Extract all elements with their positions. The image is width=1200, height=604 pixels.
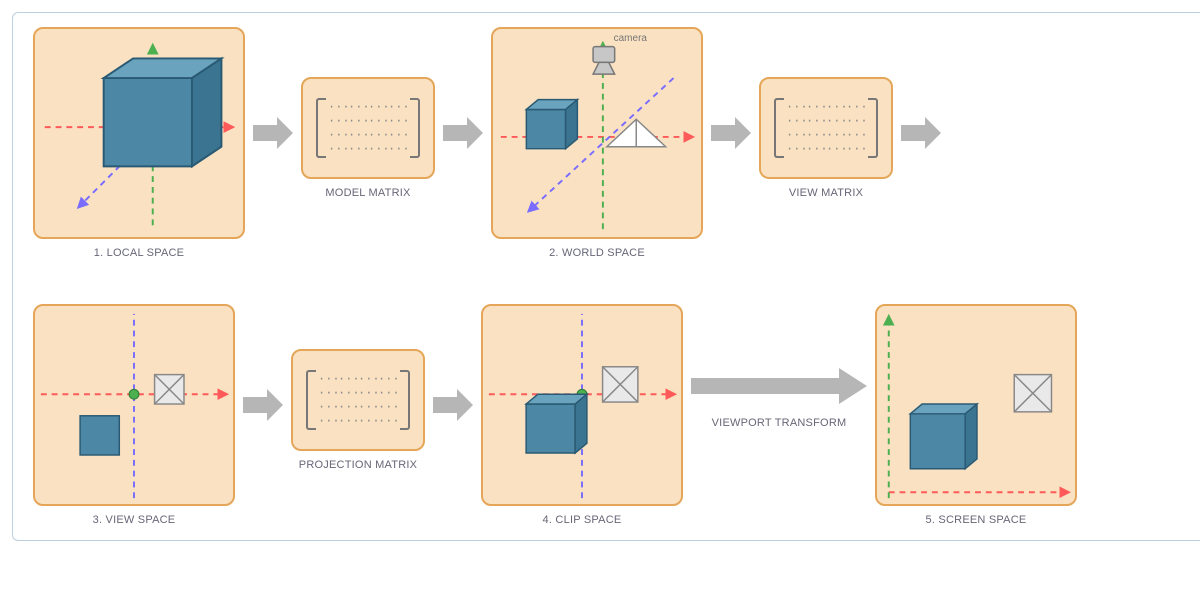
matrix-icon: ············ ············ ············ ·…: [291, 349, 425, 451]
stage-card-local: [33, 27, 245, 239]
transform-label: VIEWPORT TRANSFORM: [712, 417, 847, 429]
stage-label: 5. SCREEN SPACE: [926, 514, 1027, 526]
stage-label: 1. LOCAL SPACE: [94, 247, 185, 259]
pyramid-top-icon: [1014, 375, 1051, 412]
arrow-icon: [899, 27, 943, 239]
stage-label: 4. CLIP SPACE: [543, 514, 622, 526]
pyramid-top-icon: [155, 375, 184, 404]
pyramid-icon: [607, 119, 666, 146]
arrow-long-icon: [689, 363, 869, 409]
transform-label: MODEL MATRIX: [325, 187, 410, 199]
stage-local-space: 1. LOCAL SPACE: [33, 27, 245, 259]
pipeline-row-2: 3. VIEW SPACE ············ ············ …: [33, 299, 1191, 526]
matrix-icon: ············ ············ ············ ·…: [759, 77, 893, 179]
local-space-graphic: [35, 29, 243, 237]
transform-label: VIEW MATRIX: [789, 187, 863, 199]
transform-projection-matrix: ············ ············ ············ ·…: [291, 299, 425, 471]
transform-label: PROJECTION MATRIX: [299, 459, 417, 471]
clip-space-graphic: [483, 306, 681, 504]
view-space-graphic: [35, 306, 233, 504]
pyramid-top-icon: [603, 367, 638, 402]
cube-icon: [526, 100, 577, 149]
stage-clip-space: 4. CLIP SPACE: [481, 299, 683, 526]
stage-card-clip: [481, 304, 683, 506]
arrow-icon: [709, 27, 753, 239]
stage-card-screen: [875, 304, 1077, 506]
camera-icon: [593, 47, 615, 74]
stage-card-view: [33, 304, 235, 506]
pipeline-row-1: 1. LOCAL SPACE ············ ············…: [33, 27, 1191, 259]
arrow-icon: [241, 299, 285, 511]
stage-world-space: camera: [491, 27, 703, 259]
cube-icon: [910, 404, 977, 469]
transform-viewport: VIEWPORT TRANSFORM: [689, 363, 869, 429]
world-space-graphic: [493, 29, 701, 237]
cube-icon: [104, 58, 222, 166]
stage-label: 3. VIEW SPACE: [93, 514, 176, 526]
transform-view-matrix: ············ ············ ············ ·…: [759, 27, 893, 199]
cube-icon: [526, 394, 587, 453]
stage-view-space: 3. VIEW SPACE: [33, 299, 235, 526]
diagram-frame: 1. LOCAL SPACE ············ ············…: [12, 12, 1200, 541]
arrow-icon: [441, 27, 485, 239]
stage-card-world: camera: [491, 27, 703, 239]
cube-icon: [80, 416, 119, 455]
transform-model-matrix: ············ ············ ············ ·…: [301, 27, 435, 199]
matrix-icon: ············ ············ ············ ·…: [301, 77, 435, 179]
arrow-icon: [431, 299, 475, 511]
origin-dot-icon: [129, 389, 139, 399]
stage-screen-space: 5. SCREEN SPACE: [875, 299, 1077, 526]
stage-label: 2. WORLD SPACE: [549, 247, 645, 259]
arrow-icon: [251, 27, 295, 239]
screen-space-graphic: [877, 306, 1075, 504]
